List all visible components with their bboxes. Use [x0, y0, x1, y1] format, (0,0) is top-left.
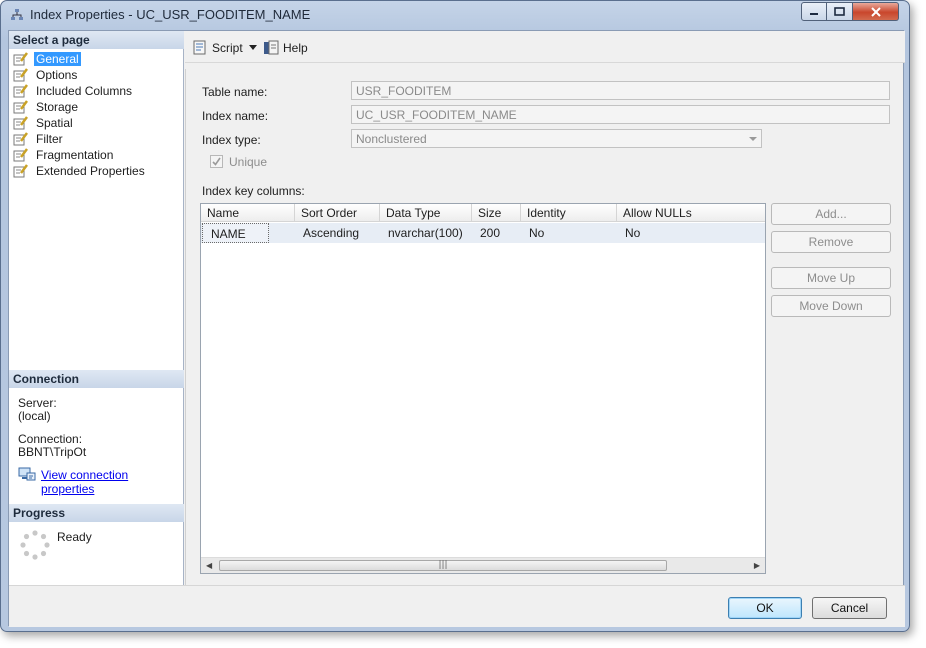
scroll-left-icon[interactable]: ◀: [206, 561, 212, 570]
page-label: Fragmentation: [36, 148, 114, 162]
page-label: Filter: [36, 132, 63, 146]
select-page-header: Select a page: [9, 31, 184, 49]
page-label: Options: [36, 68, 78, 82]
scroll-right-icon[interactable]: ▶: [754, 561, 760, 570]
index-type-label: Index type:: [202, 133, 261, 147]
window-title: Index Properties - UC_USR_FOODITEM_NAME: [30, 7, 311, 22]
checkmark-icon: [212, 157, 221, 166]
header-identity[interactable]: Identity: [521, 204, 617, 222]
script-label: Script: [212, 41, 243, 55]
page-item-general[interactable]: General: [13, 51, 183, 67]
page-label: Storage: [36, 100, 79, 114]
title-bar[interactable]: Index Properties - UC_USR_FOODITEM_NAME: [1, 1, 909, 29]
move-up-button[interactable]: Move Up: [771, 267, 891, 289]
script-dropdown-button[interactable]: [249, 45, 257, 50]
cell-sort-order[interactable]: Ascending: [295, 223, 367, 243]
cell-allow-nulls[interactable]: No: [617, 223, 648, 243]
page-list: General Options Included Columns Storage…: [13, 51, 183, 179]
help-label: Help: [283, 41, 308, 55]
connection-label: Connection:: [18, 432, 83, 446]
page-label: General: [34, 52, 81, 66]
general-page: Table name: USR_FOODITEM Index name: UC_…: [185, 69, 903, 585]
table-name-field[interactable]: USR_FOODITEM: [351, 81, 890, 100]
add-button[interactable]: Add...: [771, 203, 891, 225]
cell-size[interactable]: 200: [472, 223, 508, 243]
ok-button[interactable]: OK: [728, 597, 802, 619]
progress-spinner-icon: [20, 530, 50, 560]
cell-data-type[interactable]: nvarchar(100): [380, 223, 471, 243]
page-item-fragmentation[interactable]: Fragmentation: [13, 147, 183, 163]
header-size[interactable]: Size: [472, 204, 521, 222]
cell-name[interactable]: NAME: [202, 223, 269, 243]
view-connection-properties-link[interactable]: View connection properties: [41, 468, 183, 496]
index-name-label: Index name:: [202, 109, 269, 123]
page-icon: [13, 100, 28, 114]
page-icon: [13, 132, 28, 146]
key-columns-label: Index key columns:: [202, 184, 305, 198]
key-columns-grid[interactable]: Name Sort Order Data Type Size Identity …: [200, 203, 766, 574]
help-icon: [264, 40, 279, 55]
close-icon: [870, 6, 881, 17]
page-icon: [13, 116, 28, 130]
dialog-footer: OK Cancel: [9, 585, 905, 627]
cancel-button[interactable]: Cancel: [812, 597, 887, 619]
remove-button[interactable]: Remove: [771, 231, 891, 253]
dialog-window: Index Properties - UC_USR_FOODITEM_NAME …: [0, 0, 910, 632]
close-button[interactable]: [853, 2, 899, 21]
horizontal-scrollbar[interactable]: ◀ ||| ▶: [201, 557, 765, 573]
page-icon: [13, 52, 28, 66]
help-button[interactable]: Help: [263, 40, 308, 56]
minimize-button[interactable]: [801, 2, 827, 21]
page-label: Extended Properties: [36, 164, 145, 178]
index-type-select[interactable]: Nonclustered: [351, 129, 762, 148]
table-row[interactable]: NAME Ascending nvarchar(100) 200 No No: [201, 223, 765, 243]
script-icon: [193, 40, 206, 55]
server-value: (local): [18, 409, 51, 423]
page-item-spatial[interactable]: Spatial: [13, 115, 183, 131]
chevron-down-icon: [249, 45, 257, 50]
scroll-thumb[interactable]: |||: [219, 560, 667, 571]
page-label: Included Columns: [36, 84, 133, 98]
page-item-storage[interactable]: Storage: [13, 99, 183, 115]
maximize-button[interactable]: [827, 2, 853, 21]
page-item-included-columns[interactable]: Included Columns: [13, 83, 183, 99]
minimize-icon: [810, 12, 818, 15]
page-label: Spatial: [36, 116, 73, 130]
header-data-type[interactable]: Data Type: [380, 204, 472, 222]
move-down-button[interactable]: Move Down: [771, 295, 891, 317]
server-label: Server:: [18, 396, 57, 410]
left-pane: Select a page General Options Included C…: [9, 31, 184, 585]
index-icon: [11, 9, 23, 20]
page-icon: [13, 84, 28, 98]
unique-checkbox[interactable]: [210, 155, 223, 168]
page-icon: [13, 164, 28, 178]
progress-status: Ready: [57, 530, 92, 544]
page-item-extended-properties[interactable]: Extended Properties: [13, 163, 183, 179]
page-icon: [13, 68, 28, 82]
chevron-down-icon: [749, 137, 757, 141]
cell-identity[interactable]: No: [521, 223, 552, 243]
progress-header: Progress: [9, 504, 184, 522]
table-name-label: Table name:: [202, 85, 268, 99]
maximize-icon: [834, 7, 845, 16]
connection-properties-icon: [18, 467, 36, 481]
page-item-filter[interactable]: Filter: [13, 131, 183, 147]
header-name[interactable]: Name: [201, 204, 295, 222]
header-sort-order[interactable]: Sort Order: [295, 204, 380, 222]
connection-header: Connection: [9, 370, 184, 388]
index-name-field[interactable]: UC_USR_FOODITEM_NAME: [351, 105, 890, 124]
index-type-value: Nonclustered: [356, 132, 427, 146]
toolbar: Script Help: [185, 31, 905, 63]
script-button[interactable]: Script: [192, 40, 243, 56]
grid-header: Name Sort Order Data Type Size Identity …: [201, 204, 765, 222]
connection-value: BBNT\TripOt: [18, 445, 87, 459]
unique-label: Unique: [229, 155, 268, 169]
page-item-options[interactable]: Options: [13, 67, 183, 83]
dialog-client: Select a page General Options Included C…: [8, 30, 905, 627]
header-allow-nulls[interactable]: Allow NULLs: [617, 204, 767, 222]
page-icon: [13, 148, 28, 162]
